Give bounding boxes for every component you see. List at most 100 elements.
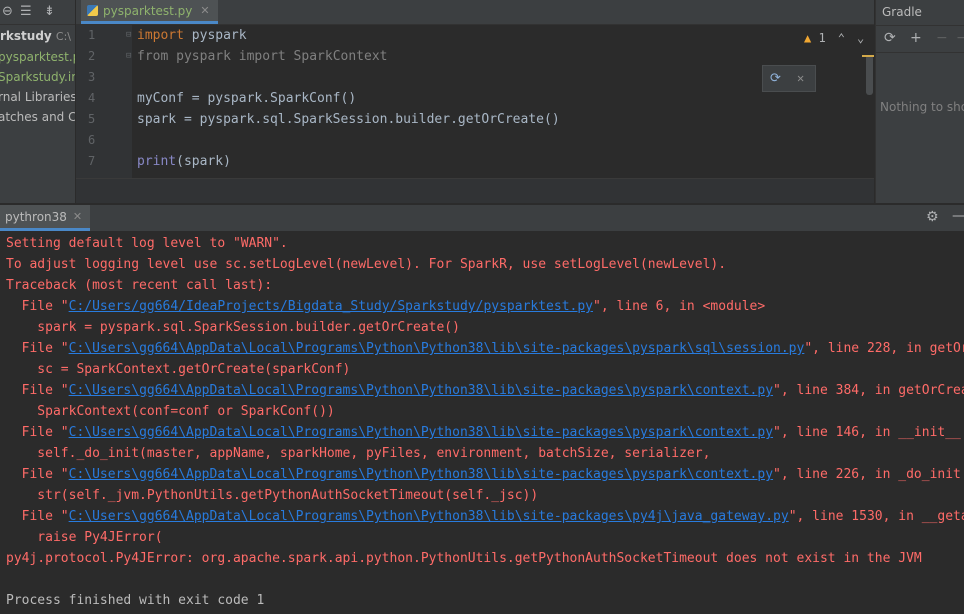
exit-message: Process finished with exit code 1 xyxy=(6,593,265,608)
expand-all-icon[interactable]: ☰ xyxy=(20,4,32,20)
fold-icon[interactable]: ⊟ xyxy=(126,30,131,40)
collapse-all-icon[interactable]: ⇟ xyxy=(44,4,55,20)
line-number: 7 xyxy=(88,154,96,168)
chevron-up-icon[interactable]: ⌃ xyxy=(838,31,845,45)
traceback-code-line: sc = SparkContext.getOrCreate(sparkConf) xyxy=(6,362,351,377)
console-text: ", line 228, in getOrCreate xyxy=(804,341,964,356)
file-link[interactable]: C:\Users\gg664\AppData\Local\Programs\Py… xyxy=(69,383,773,398)
keyword: from xyxy=(137,49,169,64)
more-icon[interactable]: − xyxy=(956,30,964,46)
close-icon[interactable]: ✕ xyxy=(73,210,82,223)
tree-item-iml[interactable]: Sparkstudy.iml xyxy=(0,68,75,86)
add-icon[interactable]: + xyxy=(910,30,922,46)
line-number: 1 xyxy=(88,28,96,42)
keyword: import xyxy=(238,49,286,64)
gradle-empty-text: Nothing to show xyxy=(880,100,964,114)
console-text: ", line 1530, in __getattr__ xyxy=(788,509,964,524)
close-icon[interactable]: ✕ xyxy=(797,71,804,85)
python-file-icon xyxy=(87,5,98,16)
reload-changes-icon[interactable]: ⟳ xyxy=(770,71,781,86)
gradle-panel: Gradle ⟳ + − − Nothing to show xyxy=(875,0,964,203)
builtin-function: print xyxy=(137,154,177,169)
collapse-icon[interactable]: ⊖ xyxy=(2,4,13,20)
console-line: Setting default log level to "WARN". xyxy=(6,236,288,251)
editor-horizontal-scroll xyxy=(76,178,874,203)
file-link[interactable]: C:\Users\gg664\AppData\Local\Programs\Py… xyxy=(69,341,805,356)
console-text: ", line 226, in _do_init xyxy=(773,467,961,482)
tree-root-name: rkstudy xyxy=(0,29,52,43)
code-text: pyspark xyxy=(183,28,247,43)
tree-root[interactable]: rkstudy C:\ xyxy=(0,27,71,46)
project-tree: rkstudy C:\ pysparktest.py Sparkstudy.im… xyxy=(0,25,75,203)
tree-root-path: C:\ xyxy=(55,30,72,43)
editor-tab-label: pysparktest.py xyxy=(103,3,193,18)
code-line-1: import pyspark xyxy=(137,25,247,46)
file-link[interactable]: C:\Users\gg664\AppData\Local\Programs\Py… xyxy=(69,467,773,482)
inspection-widget[interactable]: ▲ 1 ⌃ ⌄ xyxy=(804,31,864,45)
warning-indicator[interactable]: ▲ 1 xyxy=(804,31,826,45)
traceback-file-line: File "C:\Users\gg664\AppData\Local\Progr… xyxy=(6,422,961,443)
code-text: pyspark xyxy=(168,49,239,64)
file-link[interactable]: C:\Users\gg664\AppData\Local\Programs\Py… xyxy=(69,425,773,440)
run-console[interactable]: Setting default log level to "WARN". To … xyxy=(0,231,964,614)
code-line-2: from pyspark import SparkContext xyxy=(137,46,387,67)
console-text: File " xyxy=(6,383,69,398)
traceback-file-line: File "C:\Users\gg664\AppData\Local\Progr… xyxy=(6,464,961,485)
traceback-code-line: spark = pyspark.sql.SparkSession.builder… xyxy=(6,320,460,335)
console-text: File " xyxy=(6,509,69,524)
file-link[interactable]: C:\Users\gg664\AppData\Local\Programs\Py… xyxy=(69,509,789,524)
chevron-down-icon[interactable]: ⌄ xyxy=(857,31,864,45)
minimize-icon[interactable]: — xyxy=(952,208,964,224)
console-text: File " xyxy=(6,467,69,482)
line-number: 5 xyxy=(88,112,96,126)
close-icon[interactable]: ✕ xyxy=(200,4,209,17)
editor-scrollbar[interactable] xyxy=(866,55,873,95)
gradle-title: Gradle xyxy=(882,5,922,19)
console-text: ", line 6, in <module> xyxy=(593,299,766,314)
code-line-4: myConf = pyspark.SparkConf() xyxy=(137,91,357,106)
error-message: py4j.protocol.Py4JError: org.apache.spar… xyxy=(6,551,922,566)
console-text: File " xyxy=(6,341,69,356)
traceback-file-line: File "C:\Users\gg664\AppData\Local\Progr… xyxy=(6,380,964,401)
traceback-file-line: File "C:\Users\gg664\AppData\Local\Progr… xyxy=(6,506,964,527)
console-text: File " xyxy=(6,425,69,440)
console-line: Traceback (most recent call last): xyxy=(6,278,273,293)
traceback-code-line: self._do_init(master, appName, sparkHome… xyxy=(6,446,711,461)
traceback-code-line: str(self._jvm.PythonUtils.getPythonAuthS… xyxy=(6,488,539,503)
traceback-code-line: SparkContext(conf=conf or SparkConf()) xyxy=(6,404,335,419)
line-number: 3 xyxy=(88,70,96,84)
code-text: (spark) xyxy=(176,154,231,169)
gradle-toolbar: ⟳ + − − xyxy=(876,25,964,53)
remove-icon[interactable]: − xyxy=(936,30,948,46)
traceback-file-line: File "C:/Users/gg664/IdeaProjects/Bigdat… xyxy=(6,296,766,317)
line-number: 4 xyxy=(88,91,96,105)
refresh-icon[interactable]: ⟳ xyxy=(884,30,896,46)
line-gutter: 1 2 3 4 5 6 7 ⊟ ⊟ xyxy=(76,25,132,178)
warning-icon: ▲ xyxy=(804,31,812,45)
run-tab-label: pythron38 xyxy=(5,209,67,224)
file-link[interactable]: C:/Users/gg664/IdeaProjects/Bigdata_Stud… xyxy=(69,299,593,314)
keyword: import xyxy=(137,28,184,43)
tree-item-scratches[interactable]: atches and Co xyxy=(0,108,75,126)
console-text: ", line 384, in getOrCreate xyxy=(773,383,964,398)
editor-tab-bar: pysparktest.py ✕ xyxy=(76,0,874,25)
console-line: To adjust logging level use sc.setLogLev… xyxy=(6,257,727,272)
run-tab-pythron38[interactable]: pythron38 ✕ xyxy=(0,205,91,231)
line-number: 6 xyxy=(88,133,96,147)
editor-tab-pysparktest[interactable]: pysparktest.py ✕ xyxy=(81,0,218,24)
project-toolbar: ⊖ ☰ ⇟ xyxy=(0,0,75,25)
traceback-file-line: File "C:\Users\gg664\AppData\Local\Progr… xyxy=(6,338,964,359)
line-number: 2 xyxy=(88,49,96,63)
code-text: SparkContext xyxy=(285,49,388,64)
run-tool-bar: pythron38 ✕ ⚙ — xyxy=(0,204,964,232)
scrollbar-marker xyxy=(862,55,874,57)
tree-item-pysparktest[interactable]: pysparktest.py xyxy=(0,48,75,66)
reload-popup: ⟳ ✕ xyxy=(762,65,816,92)
code-editor[interactable]: 1 2 3 4 5 6 7 ⊟ ⊟ import pyspark from py… xyxy=(76,25,874,178)
console-text: ", line 146, in __init__ xyxy=(773,425,961,440)
fold-icon[interactable]: ⊟ xyxy=(126,51,131,61)
console-text: File " xyxy=(6,299,69,314)
gear-icon[interactable]: ⚙ xyxy=(926,209,939,225)
traceback-code-line: raise Py4JError( xyxy=(6,530,163,545)
tree-item-external-libraries[interactable]: rnal Libraries xyxy=(0,88,75,106)
